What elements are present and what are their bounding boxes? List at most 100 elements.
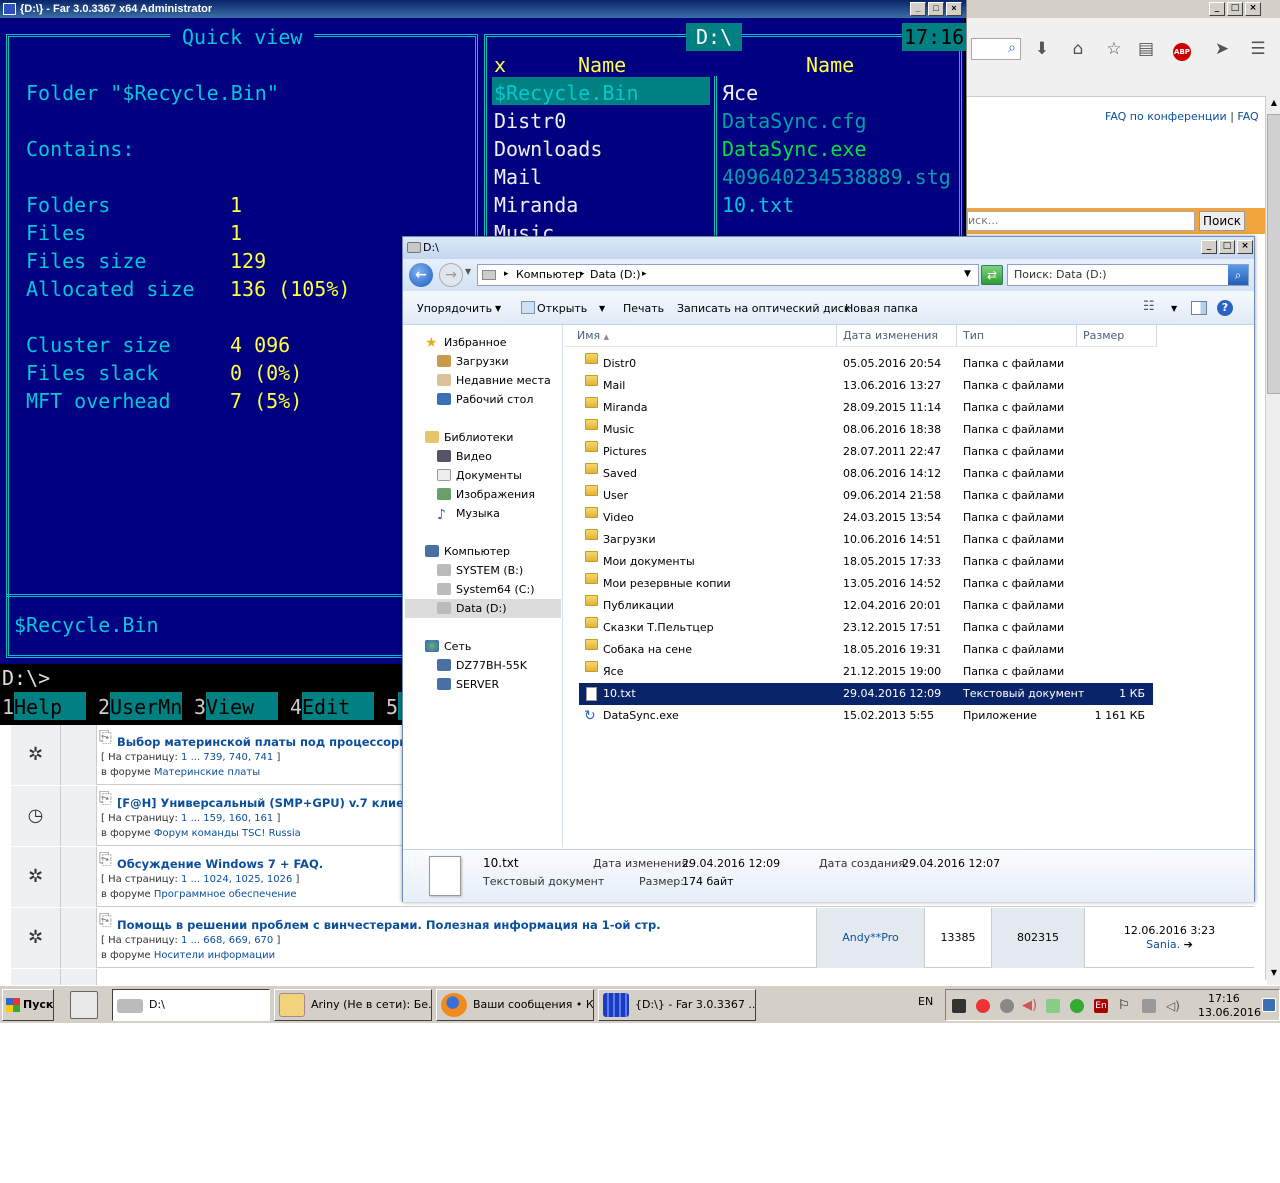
forum-link[interactable]: Носители информации	[154, 950, 275, 961]
minimize-button[interactable]: _	[910, 2, 926, 16]
tray-check-icon[interactable]	[1046, 999, 1060, 1013]
tray-lang-icon[interactable]: En	[1094, 999, 1108, 1013]
view-chevron-icon[interactable]: ▼	[1171, 304, 1177, 313]
nav-libraries[interactable]: Библиотеки	[425, 430, 513, 446]
task-far[interactable]: {D:\} - Far 3.0.3367 ...	[598, 989, 756, 1021]
minimize-button[interactable]: _	[1209, 2, 1225, 16]
bookmark-star-icon[interactable]: ☆	[1103, 38, 1125, 60]
column-header-name[interactable]: Имя ▲	[565, 325, 837, 347]
list-item[interactable]: Miranda 28.09.2015 11:14 Папка с файлами	[579, 397, 1153, 419]
fkey-edit[interactable]: Edit	[302, 692, 374, 720]
task-chat[interactable]: Ariny (Не в сети): Бе...	[274, 989, 432, 1021]
search-box[interactable]: Поиск: Data (D:) ⌕	[1007, 264, 1249, 286]
list-item[interactable]: Distr0 05.05.2016 20:54 Папка с файлами	[579, 353, 1153, 375]
refresh-icon[interactable]: ⇄	[981, 265, 1003, 285]
show-desktop-icon[interactable]	[1262, 998, 1276, 1012]
faq-link-2[interactable]: FAQ	[1237, 110, 1258, 123]
speaker-icon[interactable]: ◁)	[1166, 999, 1180, 1013]
column-header-type[interactable]: Тип	[957, 325, 1077, 347]
address-bar[interactable]: ▸ Компьютер ▸ Data (D:) ▸ ▼	[477, 264, 979, 286]
maximize-button[interactable]: □	[928, 2, 944, 16]
goto-last-icon[interactable]: ➔	[1184, 938, 1193, 951]
view-options-icon[interactable]: ☷	[1143, 299, 1155, 314]
column-header-date[interactable]: Дата изменения	[837, 325, 957, 347]
list-item[interactable]: Сказки Т.Пельтцер 23.12.2015 17:51 Папка с…	[579, 617, 1153, 639]
close-button[interactable]: ×	[1245, 2, 1261, 16]
language-indicator[interactable]: EN	[918, 995, 933, 1008]
list-item[interactable]: Saved 08.06.2016 14:12 Папка с файлами	[579, 463, 1153, 485]
back-icon[interactable]: ←	[409, 263, 433, 287]
list-item[interactable]: Мои резервные копии 13.05.2016 14:52 Папка…	[579, 573, 1153, 595]
download-icon[interactable]: ⬇	[1031, 38, 1053, 60]
page-scrollbar[interactable]: ▲ ▼	[1265, 96, 1280, 980]
list-item[interactable]: Собака на сене 18.05.2016 19:31 Папка с фа…	[579, 639, 1153, 661]
search-input[interactable]: Поиск: Data (D:)	[1014, 268, 1107, 281]
list-item[interactable]: Music 08.06.2016 18:38 Папка с файлами	[579, 419, 1153, 441]
pages-links[interactable]: 1 ... 668, 669, 670	[181, 935, 273, 946]
list-item[interactable]: Distr0	[494, 107, 566, 135]
nav-item-video[interactable]: Видео	[437, 449, 492, 465]
list-item[interactable]: DataSync.cfg	[722, 107, 867, 135]
list-item[interactable]: Downloads	[494, 135, 602, 163]
organize-button[interactable]: Упорядочить	[417, 302, 492, 315]
column-header-name-2[interactable]: Name	[806, 51, 854, 79]
nav-item-pictures[interactable]: Изображения	[437, 487, 535, 503]
nav-drive-b[interactable]: SYSTEM (B:)	[437, 563, 523, 579]
forum-link[interactable]: Программное обеспечение	[154, 889, 297, 900]
list-item[interactable]: Мои документы 18.05.2015 17:33 Папка с фай…	[579, 551, 1153, 573]
tray-app-icon[interactable]	[1070, 999, 1084, 1013]
address-dropdown-icon[interactable]: ▼	[964, 269, 971, 279]
column-header-size[interactable]: Размер	[1077, 325, 1157, 347]
minimize-button[interactable]: _	[1201, 240, 1217, 254]
open-chevron-icon[interactable]: ▼	[599, 304, 605, 313]
list-item[interactable]: ↻ DataSync.exe 15.02.2013 5:55 Приложение 1 …	[579, 705, 1153, 727]
network-tray-icon[interactable]	[1142, 999, 1156, 1013]
nav-host-2[interactable]: SERVER	[437, 677, 499, 693]
forward-icon[interactable]: →	[439, 263, 463, 287]
close-button[interactable]: ×	[1237, 240, 1253, 254]
open-button[interactable]: Открыть	[537, 302, 587, 315]
topic-title[interactable]: Выбор материнской платы под процессоры	[117, 735, 410, 749]
clock-date[interactable]: 13.06.2016	[1198, 1006, 1261, 1019]
pages-links[interactable]: 1 ... 1024, 1025, 1026	[181, 874, 292, 885]
forum-link[interactable]: Материнские платы	[154, 767, 260, 778]
breadcrumb-arrow-icon[interactable]: ▸	[504, 269, 509, 279]
list-item[interactable]: $Recycle.Bin	[494, 79, 639, 107]
clock-time[interactable]: 17:16	[1208, 992, 1240, 1005]
pages-links[interactable]: 1 ... 159, 160, 161	[181, 813, 273, 824]
task-explorer[interactable]: D:\	[112, 989, 270, 1021]
table-row[interactable]: ✲ ⎘ Помощь в решении проблем с винчестер…	[11, 908, 1254, 968]
nav-item-documents[interactable]: Документы	[437, 468, 522, 484]
topic-title[interactable]: Обсуждение Windows 7 + FAQ.	[117, 857, 323, 871]
adblock-icon[interactable]: ABP	[1171, 38, 1193, 61]
command-prompt[interactable]: D:\>	[2, 664, 50, 692]
menu-icon[interactable]: ☰	[1247, 38, 1269, 60]
volume-icon[interactable]: ◀)	[1022, 999, 1037, 1013]
list-item[interactable]: Публикации 12.04.2016 20:01 Папка с файлам…	[579, 595, 1153, 617]
list-item[interactable]: Загрузки 10.06.2016 14:51 Папка с файлами	[579, 529, 1153, 551]
search-icon[interactable]: ⌕	[1228, 265, 1248, 285]
nav-item-recent[interactable]: Недавние места	[437, 373, 551, 389]
topic-title[interactable]: [F@H] Универсальный (SMP+GPU) v.7 клие	[117, 796, 404, 810]
list-item[interactable]: Mail 13.06.2016 13:27 Папка с файлами	[579, 375, 1153, 397]
bookmarks-list-icon[interactable]: ▤	[1135, 38, 1157, 60]
scroll-up-icon[interactable]: ▲	[1267, 96, 1280, 110]
maximize-button[interactable]: □	[1227, 2, 1243, 16]
breadcrumb-computer[interactable]: Компьютер	[516, 268, 582, 281]
start-button[interactable]: Пуск	[2, 989, 54, 1021]
organize-chevron-icon[interactable]: ▼	[495, 304, 501, 313]
history-chevron-icon[interactable]: ▼	[465, 267, 471, 276]
tray-settings-icon[interactable]	[1000, 999, 1014, 1013]
home-icon[interactable]: ⌂	[1067, 38, 1089, 60]
nav-drive-d[interactable]: Data (D:)	[437, 601, 507, 617]
list-item[interactable]: Miranda	[494, 191, 578, 219]
url-bar[interactable]: ⌕	[971, 38, 1021, 60]
forum-link[interactable]: Форум команды TSC! Russia	[154, 828, 301, 839]
list-item[interactable]: DataSync.exe	[722, 135, 867, 163]
list-item[interactable]: 10.txt	[722, 191, 794, 219]
help-icon[interactable]: ?	[1217, 300, 1233, 316]
print-button[interactable]: Печать	[623, 302, 664, 315]
nav-host-1[interactable]: DZ77BH-55K	[437, 658, 527, 674]
list-item-selected[interactable]: 10.txt 29.04.2016 12:09 Текстовый документ…	[579, 683, 1153, 705]
send-icon[interactable]: ➤	[1211, 38, 1233, 60]
